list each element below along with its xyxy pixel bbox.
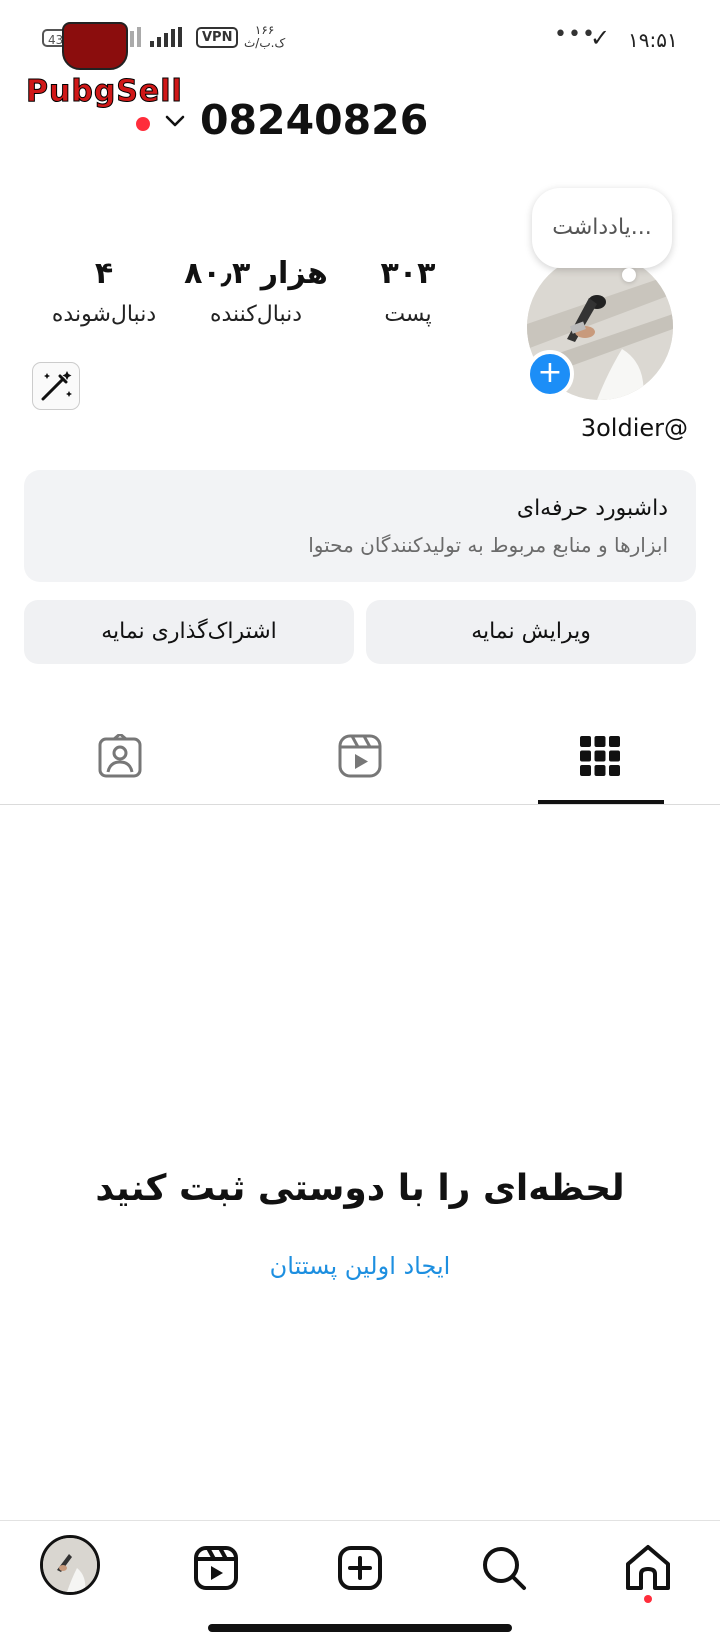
status-more-icon: ••• bbox=[554, 22, 596, 47]
gesture-bar[interactable] bbox=[208, 1624, 512, 1632]
status-time: ۱۹:۵۱ bbox=[628, 28, 678, 52]
professional-dashboard-card[interactable] bbox=[24, 470, 696, 582]
signal-icon bbox=[150, 27, 182, 47]
following-count[interactable]: ۴ bbox=[24, 256, 184, 291]
nav-profile-avatar[interactable] bbox=[40, 1535, 100, 1595]
create-first-post-link[interactable]: ایجاد اولین پستتان bbox=[0, 1252, 720, 1280]
chevron-down-icon[interactable] bbox=[162, 108, 188, 134]
reels-icon bbox=[338, 734, 382, 778]
magic-wand-icon bbox=[41, 371, 72, 401]
notification-dot bbox=[136, 117, 150, 131]
profile-username[interactable]: 08240826 bbox=[200, 96, 428, 144]
bottom-nav-divider bbox=[0, 1520, 720, 1521]
dashboard-title: داشبورد حرفه‌ای bbox=[516, 496, 668, 521]
tab-reels[interactable] bbox=[240, 710, 480, 806]
note-bubble-tail bbox=[622, 268, 636, 282]
empty-state-title: لحظه‌ای را با دوستی ثبت کنید bbox=[95, 1168, 625, 1209]
network-speed-unit: ک.ب/ث bbox=[244, 36, 286, 50]
tabs-divider bbox=[0, 804, 720, 805]
tagged-icon bbox=[98, 734, 142, 778]
posts-label[interactable]: پست bbox=[323, 302, 493, 327]
watermark-badge-logo bbox=[62, 22, 128, 70]
nav-home-icon[interactable] bbox=[618, 1538, 678, 1598]
nav-reels-icon[interactable] bbox=[186, 1538, 246, 1598]
posts-count[interactable]: ۳۰۳ bbox=[328, 256, 488, 291]
followers-label[interactable]: دنبال‌کننده bbox=[171, 302, 341, 327]
add-story-button[interactable]: + bbox=[526, 350, 574, 398]
share-profile-button[interactable]: اشتراک‌گذاری نمایه bbox=[24, 600, 354, 664]
nav-avatar-photo bbox=[43, 1538, 97, 1592]
watermark-logo: PubgSell bbox=[26, 74, 183, 110]
edit-profile-button[interactable]: ویرایش نمایه bbox=[366, 600, 696, 664]
nav-create-icon[interactable] bbox=[330, 1538, 390, 1598]
grid-icon bbox=[580, 736, 620, 776]
followers-count[interactable]: ۸۰٫۳ هزار bbox=[176, 256, 336, 291]
network-speed: ۱۶۶ ک.ب/ث bbox=[244, 24, 285, 50]
tab-tagged[interactable] bbox=[0, 710, 240, 806]
dashboard-subtitle: ابزارها و منابع مربوط به تولیدکنندگان مح… bbox=[308, 533, 668, 557]
following-label[interactable]: دنبال‌شونده bbox=[19, 302, 189, 327]
nav-search-icon[interactable] bbox=[474, 1538, 534, 1598]
ai-tools-button[interactable] bbox=[32, 362, 80, 410]
profile-handle: 3oldier@ bbox=[580, 414, 688, 442]
tab-posts-grid[interactable] bbox=[480, 710, 720, 806]
vpn-icon: VPN bbox=[196, 27, 239, 48]
home-notification-dot bbox=[644, 1595, 652, 1603]
note-bubble[interactable]: یادداشت... bbox=[532, 188, 672, 268]
